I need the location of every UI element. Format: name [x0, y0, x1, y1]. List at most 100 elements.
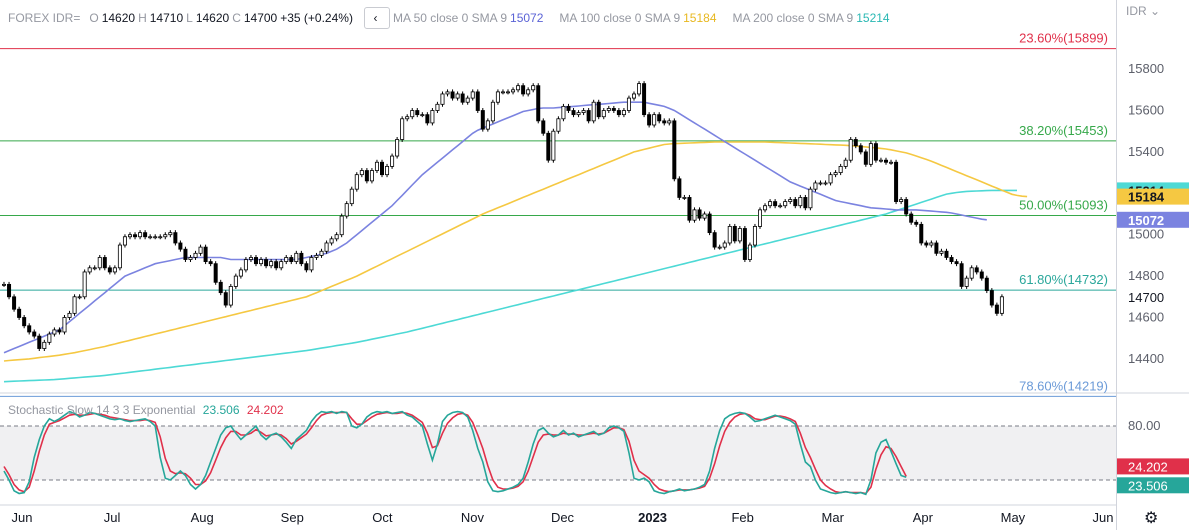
price-tick-label: 15000	[1128, 227, 1164, 242]
price-tick-label: 15800	[1128, 61, 1164, 76]
candle-body	[868, 143, 873, 165]
candle-body	[379, 161, 384, 176]
candle-body	[299, 252, 304, 265]
chevron-down-icon: ⌄	[1150, 4, 1161, 18]
currency-selector[interactable]: IDR ⌄	[1126, 4, 1160, 18]
fib-label: 78.60%(14219)	[1019, 378, 1108, 393]
candle-body	[450, 91, 455, 99]
candle-body	[944, 250, 949, 258]
candle-body	[657, 114, 662, 122]
candle-body	[878, 159, 883, 162]
price-axis[interactable]: 1440014600148001500015200154001560015800…	[1117, 61, 1189, 494]
candle-body	[531, 85, 536, 91]
candle-body	[692, 209, 697, 221]
candle-body	[143, 232, 148, 238]
candle-body	[742, 228, 747, 260]
candle-body	[17, 308, 22, 318]
candle-body	[576, 112, 581, 116]
candle-body	[672, 120, 677, 180]
candle-body	[793, 199, 798, 207]
candle-body	[294, 252, 299, 263]
candle-body	[435, 103, 440, 111]
candle-body	[304, 263, 309, 271]
candle-body	[919, 223, 924, 244]
candle-body	[989, 290, 994, 306]
time-axis[interactable]: Jun Jul Aug Sep Oct Nov Dec 2023 Feb Mar Apr May Jun	[12, 510, 1114, 525]
candle-body	[505, 91, 510, 94]
high-value: 14710	[149, 11, 184, 25]
candle-body	[27, 325, 32, 333]
candle-body	[979, 271, 984, 279]
candlesticks	[2, 81, 1004, 352]
candle-body	[405, 116, 410, 120]
collapse-legend-button[interactable]: ‹	[363, 7, 390, 29]
candle-body	[208, 261, 213, 265]
price-tick-label: 14800	[1128, 268, 1164, 283]
fib-label: 38.20%(15453)	[1019, 123, 1108, 138]
candle-body	[354, 174, 359, 190]
change-value: +35 (+0.24%)	[280, 11, 353, 25]
candle-body	[455, 93, 460, 99]
candle-body	[798, 197, 803, 207]
candle-body	[385, 165, 390, 176]
candle-body	[904, 199, 909, 215]
ma200-line	[3, 189, 1017, 383]
candle-body	[813, 182, 818, 190]
candle-body	[889, 161, 894, 164]
candle-body	[853, 139, 858, 147]
candle-body	[485, 120, 490, 130]
candle-body	[616, 110, 621, 116]
candle-body	[72, 296, 77, 314]
time-tick-label: Dec	[551, 510, 575, 525]
candle-body	[546, 132, 551, 161]
candle-body	[223, 292, 228, 306]
candle-body	[37, 335, 42, 349]
open-value: 14620	[101, 11, 136, 25]
fib-label: 50.00%(15093)	[1019, 197, 1108, 212]
open-label: O	[89, 11, 99, 25]
candle-body	[702, 213, 707, 219]
candle-body	[994, 304, 999, 314]
stochastic-d-value: 24.202	[246, 403, 284, 417]
ma100-line	[3, 141, 1028, 362]
candle-body	[838, 165, 843, 174]
candle-body	[183, 248, 188, 260]
candle-body	[369, 170, 374, 182]
settings-button[interactable]: ⚙	[1144, 508, 1158, 528]
candle-body	[843, 159, 848, 167]
candle-body	[47, 333, 52, 343]
candle-body	[873, 143, 878, 161]
candle-body	[642, 83, 647, 116]
candle-body	[778, 205, 783, 208]
candle-body	[808, 188, 813, 209]
candle-body	[102, 257, 107, 269]
legend-header: FOREX IDR= O 14620 H 14710 L 14620 C 14700 +…	[0, 0, 893, 36]
candle-body	[475, 91, 480, 111]
candle-body	[596, 101, 601, 118]
candle-body	[470, 91, 475, 99]
candle-body	[465, 97, 470, 103]
candle-body	[647, 114, 652, 126]
price-tag-label: 15072	[1128, 213, 1164, 228]
candle-body	[415, 110, 420, 116]
candle-body	[752, 226, 757, 246]
candle-body	[410, 110, 415, 118]
candle-body	[2, 283, 7, 286]
candle-body	[667, 120, 672, 124]
candle-body	[536, 85, 541, 122]
candle-body	[203, 246, 208, 263]
candle-body	[420, 114, 425, 117]
stochastic-k-value: 23.506	[202, 403, 240, 417]
candle-body	[763, 205, 768, 211]
candle-body	[601, 110, 606, 118]
candle-body	[339, 215, 344, 236]
candle-body	[621, 110, 626, 116]
candle-body	[309, 257, 314, 271]
candle-body	[884, 159, 889, 163]
ma50-line	[3, 101, 987, 354]
stochastic-legend: Stochastic Slow 14 3 3 Exponential 23.50…	[8, 403, 288, 417]
candle-body	[606, 108, 611, 111]
chart-canvas[interactable]: 23.60%(15899) 38.20%(15453) 50.00%(15093) 6…	[0, 0, 1189, 530]
candle-body	[133, 234, 138, 238]
candle-body	[712, 232, 717, 248]
